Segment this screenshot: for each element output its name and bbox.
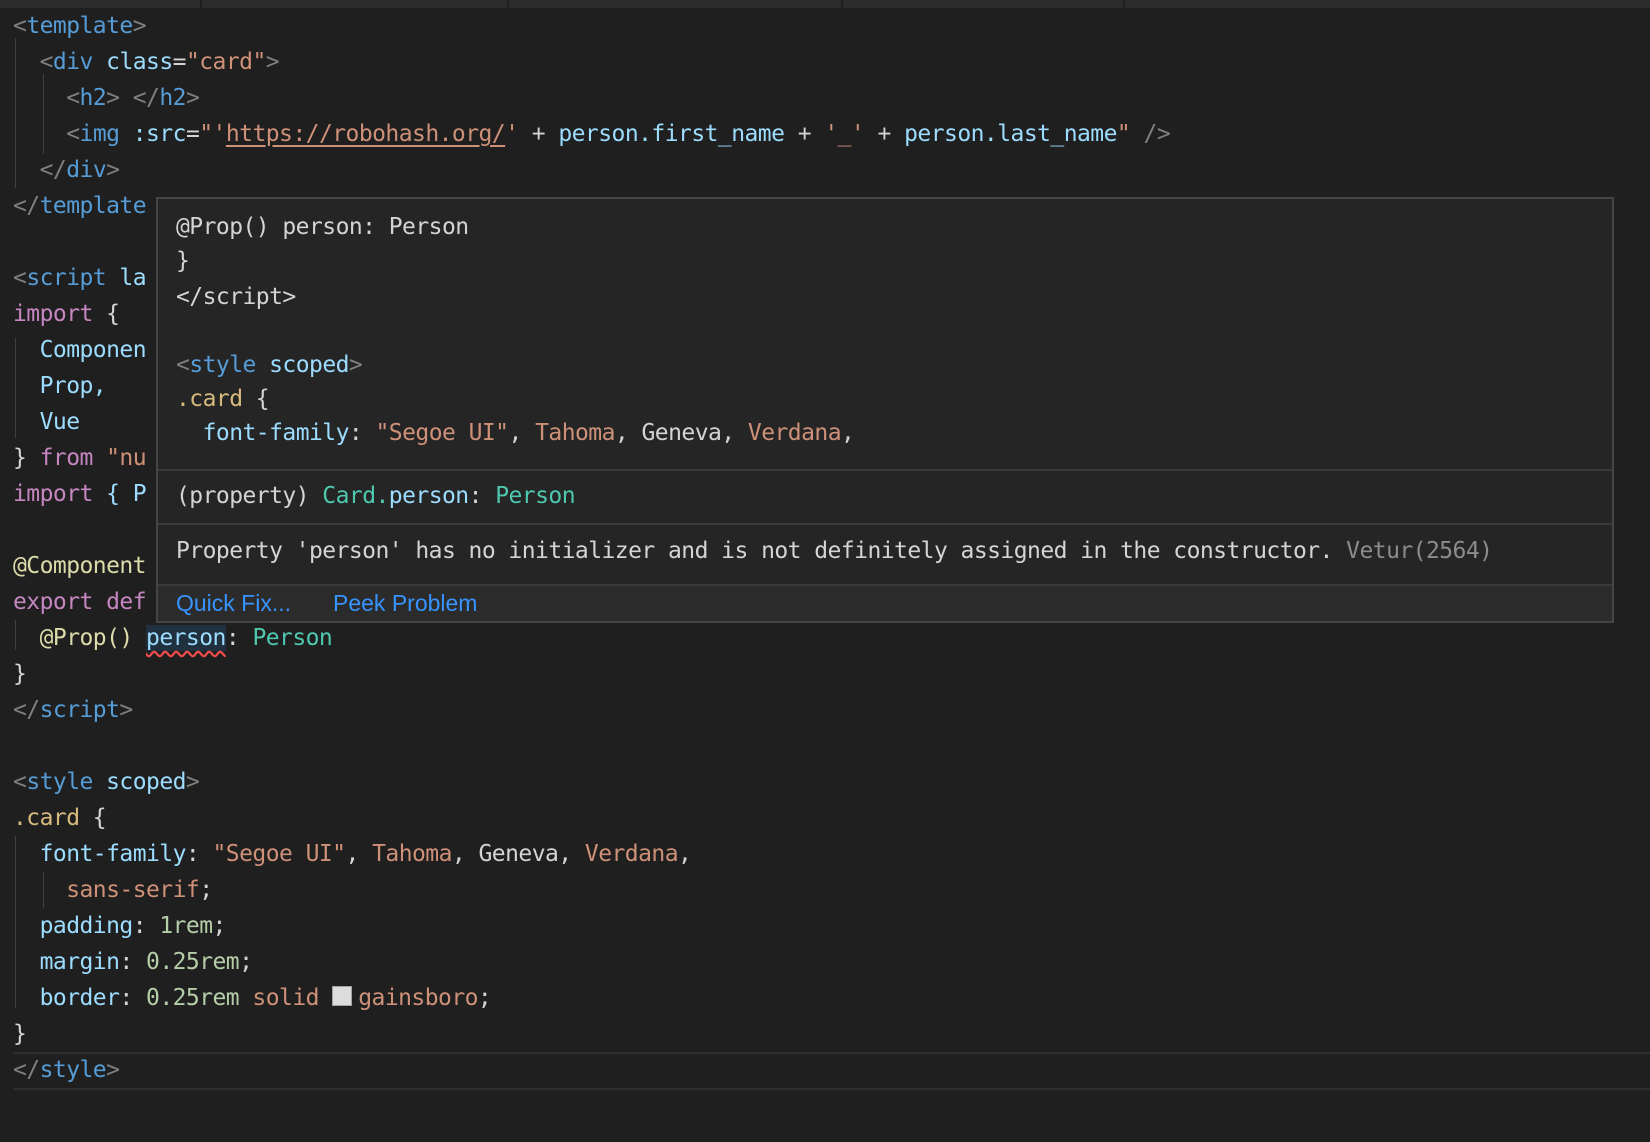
code-line-6: </template — [13, 193, 147, 219]
code-line-19: } — [13, 661, 27, 687]
code-line-22: <style scoped> — [13, 769, 200, 795]
url-link[interactable]: https://robohash.org/ — [226, 121, 506, 147]
quick-fix-link[interactable]: Quick Fix... — [176, 590, 291, 617]
tab[interactable] — [1363, 0, 1650, 8]
current-line-highlight — [13, 1052, 1650, 1090]
code-line-27: margin: 0.25rem; — [39, 949, 253, 975]
code-line-3: <h2> </h2> — [66, 85, 200, 111]
hover-tooltip: @Prop() person: Person } </script> <styl… — [156, 197, 1614, 623]
preview-line: font-family: "Segoe UI", Tahoma, Geneva,… — [202, 420, 855, 446]
code-line-20: </script> — [13, 697, 133, 723]
code-line-12: Vue — [39, 409, 80, 435]
type-signature: (property) Card.person: Person — [176, 483, 576, 509]
hover-divider — [158, 523, 1612, 525]
hover-actions: Quick Fix... Peek Problem — [158, 586, 1612, 621]
code-line-11: Prop, — [39, 373, 107, 399]
code-line-24: font-family: "Segoe UI", Tahoma, Geneva,… — [39, 841, 692, 867]
hover-divider — [158, 469, 1612, 471]
code-line-13: } from "nu — [13, 445, 147, 471]
tab[interactable] — [509, 0, 843, 8]
code-line-9: import { — [13, 301, 120, 327]
color-swatch[interactable] — [332, 985, 353, 1006]
code-line-10: Componen — [39, 337, 147, 363]
code-line-30: </style> — [13, 1057, 120, 1083]
tab[interactable] — [843, 0, 1125, 8]
preview-line: <style scoped> — [176, 352, 363, 378]
code-line-28: border: 0.25rem solid gainsboro; — [39, 985, 492, 1011]
preview-line: } — [176, 248, 190, 274]
code-line-23: .card { — [13, 805, 107, 831]
code-line-26: padding: 1rem; — [39, 913, 227, 939]
code-line-25: sans-serif; — [66, 877, 213, 903]
code-line-29: } — [13, 1021, 27, 1047]
code-line-1: <template> — [13, 13, 147, 39]
preview-line: @Prop() person: Person — [176, 214, 469, 240]
code-line-5: </div> — [39, 157, 120, 183]
tab-bar — [0, 0, 1650, 8]
diagnostic-message: Property 'person' has no initializer and… — [176, 538, 1493, 564]
preview-line: .card { — [176, 386, 270, 412]
code-line-4: <img :src="'https://robohash.org/' + per… — [66, 121, 1171, 147]
code-line-14: import { P — [13, 481, 147, 507]
tab[interactable] — [0, 0, 202, 8]
preview-line: </script> — [176, 284, 296, 310]
hover-code-preview: @Prop() person: Person } </script> <styl… — [158, 199, 1612, 469]
tab[interactable] — [202, 0, 509, 8]
diagnostic-source: Vetur(2564) — [1346, 538, 1493, 564]
peek-problem-link[interactable]: Peek Problem — [333, 590, 477, 617]
code-line-8: <script la — [13, 265, 147, 291]
code-line-17: export def — [13, 589, 147, 615]
code-line-18: @Prop() person: Person — [39, 625, 333, 651]
error-squiggle-person[interactable]: person — [146, 625, 226, 651]
code-line-16: @Component — [13, 553, 147, 579]
code-line-2: <div class="card"> — [39, 49, 280, 75]
